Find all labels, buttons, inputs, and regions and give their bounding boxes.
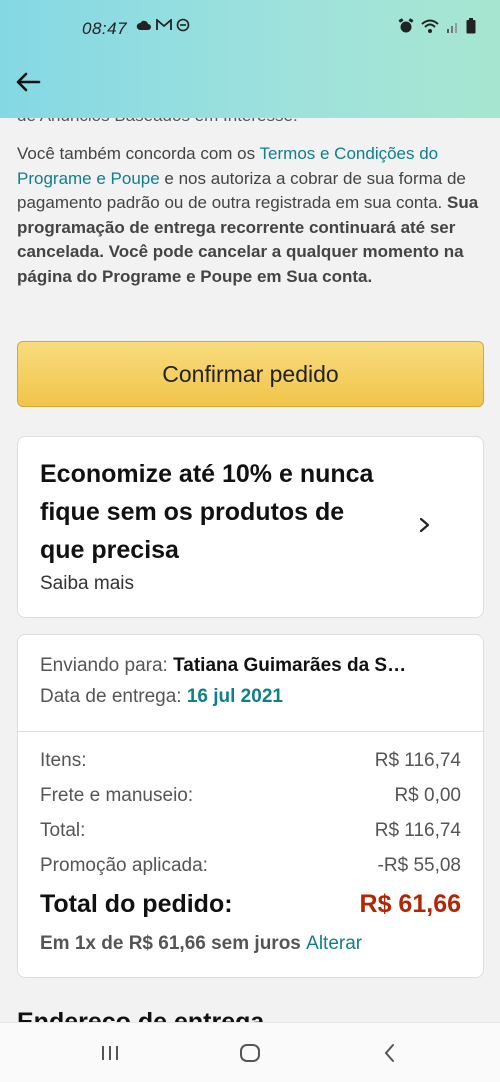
back-nav-button[interactable]	[376, 1041, 404, 1065]
summary-row-promotion: Promoção aplicada: -R$ 55,08	[40, 855, 461, 877]
divider	[18, 731, 483, 732]
delivery-date-label: Data de entrega:	[40, 686, 187, 707]
installment-text: Em 1x de R$ 61,66 sem juros	[40, 933, 307, 954]
installment-line: Em 1x de R$ 61,66 sem juros Alterar	[40, 933, 362, 955]
row-label: Itens:	[40, 750, 87, 771]
alarm-icon	[398, 18, 414, 33]
summary-row-total: Total: R$ 116,74	[40, 820, 461, 842]
checkout-content: de Anúncios Baseados em Interesse. Você …	[0, 0, 500, 1022]
legal-text-part: Você também concorda com os	[17, 144, 260, 163]
confirm-order-button[interactable]: Confirmar pedido	[17, 341, 484, 407]
ship-to-label: Enviando para:	[40, 655, 174, 676]
program-link[interactable]: Programe e Poupe	[102, 267, 252, 286]
promo-title: Economize até 10% e nunca fique sem os p…	[40, 460, 374, 564]
android-nav-bar	[0, 1022, 500, 1082]
notification-icons	[136, 18, 190, 32]
row-value: -R$ 55,08	[377, 855, 461, 876]
legal-bold-text-end: em Sua conta.	[252, 266, 373, 286]
shipping-address-heading: Endereço de entrega	[17, 1008, 265, 1022]
order-total-label: Total do pedido:	[40, 890, 233, 918]
order-total-value: R$ 61,66	[359, 890, 461, 918]
recent-apps-icon	[102, 1046, 118, 1060]
row-label: Frete e manuseio:	[40, 785, 194, 806]
arrow-left-icon	[16, 72, 41, 92]
order-total-row: Total do pedido: R$ 61,66	[40, 890, 461, 919]
back-button[interactable]	[12, 66, 44, 98]
ship-to-name: Tatiana Guimarães da S…	[173, 655, 407, 676]
learn-more-link[interactable]: Saiba mais	[40, 573, 134, 595]
home-icon	[240, 1044, 260, 1062]
summary-row-shipping: Frete e manuseio: R$ 0,00	[40, 785, 461, 807]
gmail-icon	[156, 19, 172, 30]
legal-text: Você também concorda com os Termos e Con…	[17, 142, 487, 289]
order-summary-card: Enviando para: Tatiana Guimarães da S… D…	[17, 634, 484, 978]
delivery-date: 16 jul 2021	[186, 686, 283, 707]
app-header: 08:47	[0, 0, 500, 118]
wifi-icon	[421, 19, 439, 33]
chevron-right-icon	[419, 517, 430, 533]
subscribe-save-promo-card[interactable]: Economize até 10% e nunca fique sem os p…	[17, 436, 484, 618]
change-installment-link[interactable]: Alterar	[306, 933, 362, 954]
home-button[interactable]	[236, 1041, 264, 1065]
chevron-left-icon	[384, 1044, 394, 1062]
do-not-disturb-icon	[176, 18, 190, 32]
row-value: R$ 116,74	[374, 750, 461, 771]
system-status-icons	[398, 18, 476, 34]
signal-icon	[447, 23, 457, 33]
row-label: Total:	[40, 820, 86, 841]
row-label: Promoção aplicada:	[40, 855, 208, 876]
row-value: R$ 0,00	[394, 785, 461, 806]
ship-to-line: Enviando para: Tatiana Guimarães da S…	[40, 655, 406, 677]
status-bar: 08:47	[0, 0, 500, 58]
summary-row-items: Itens: R$ 116,74	[40, 750, 461, 772]
delivery-date-line: Data de entrega: 16 jul 2021	[40, 686, 283, 708]
status-time: 08:47	[82, 19, 128, 38]
recent-apps-button[interactable]	[96, 1041, 124, 1065]
row-value: R$ 116,74	[374, 820, 461, 841]
battery-icon	[466, 18, 476, 34]
cloud-icon	[136, 20, 151, 30]
